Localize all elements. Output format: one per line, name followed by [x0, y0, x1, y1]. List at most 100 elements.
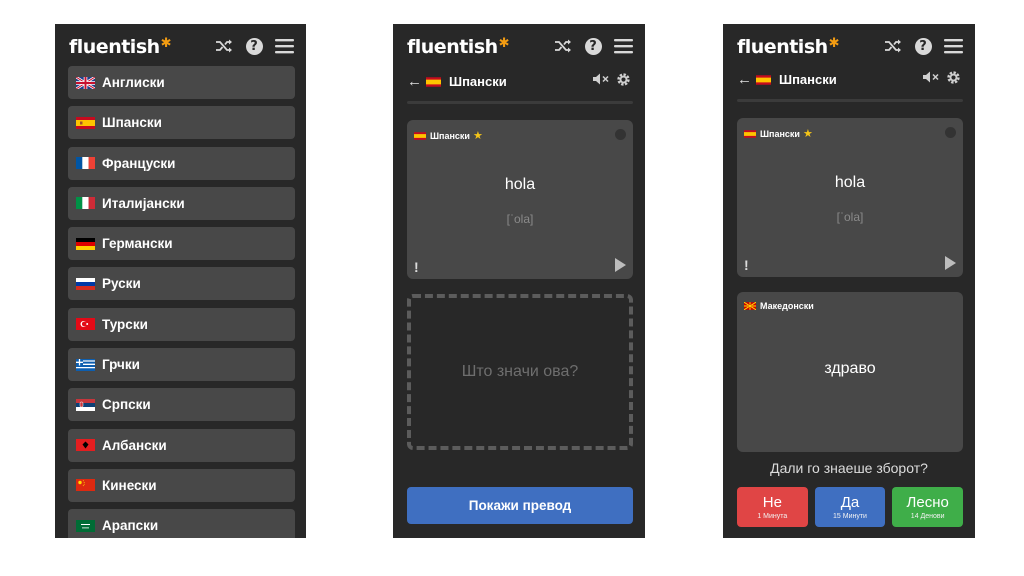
logo-text: fluentish — [407, 36, 498, 58]
report-icon[interactable]: ! — [414, 259, 419, 275]
language-label: Турски — [102, 316, 148, 332]
help-icon[interactable]: ? — [913, 36, 933, 56]
spain-flag-icon — [76, 116, 95, 129]
mute-icon[interactable] — [922, 70, 940, 84]
card-language: Македонски — [760, 301, 814, 311]
menu-icon[interactable] — [274, 36, 294, 56]
top-bar: fluentish✱ ? — [55, 24, 306, 68]
star-icon[interactable]: ★ — [473, 129, 483, 142]
language-item-greek[interactable]: Грчки — [68, 348, 295, 382]
help-icon[interactable]: ? — [244, 36, 264, 56]
shuffle-icon[interactable] — [553, 36, 573, 56]
answer-label: Лесно — [906, 494, 949, 511]
language-item-turkish[interactable]: Турски — [68, 307, 295, 341]
study-back-screen: fluentish✱ ? ← Шпански Шпански ★ hola [ˈ… — [723, 24, 975, 538]
answer-no-button[interactable]: Не 1 Минута — [737, 487, 808, 527]
card-word: hola — [834, 174, 866, 191]
menu-icon[interactable] — [613, 36, 633, 56]
card-word: hola — [504, 176, 536, 193]
deck-title: Шпански — [449, 74, 507, 89]
deck-bar: ← Шпански — [723, 66, 975, 94]
back-arrow-icon[interactable]: ← — [407, 73, 422, 90]
card-language-tag: Шпански ★ — [414, 129, 483, 142]
language-label: Англиски — [102, 75, 165, 90]
menu-icon[interactable] — [943, 36, 963, 56]
card-language: Шпански — [430, 130, 470, 141]
answer-interval: 15 Минути — [833, 513, 867, 520]
help-icon[interactable]: ? — [583, 36, 603, 56]
progress-bar — [737, 99, 963, 102]
answer-label: Не — [762, 494, 782, 511]
study-front-screen: fluentish✱ ? ← Шпански Шпански ★ hola [ˈ… — [393, 24, 645, 538]
star-icon[interactable]: ★ — [803, 127, 813, 140]
language-item-russian[interactable]: Руски — [68, 267, 295, 301]
language-label: Српски — [102, 397, 151, 413]
answer-label: Да — [840, 494, 860, 511]
front-card[interactable]: Шпански ★ hola [ˈola] ! — [737, 118, 963, 277]
language-item-italian[interactable]: Италијански — [68, 186, 295, 220]
status-dot — [945, 127, 956, 138]
settings-gear-icon[interactable] — [946, 70, 961, 85]
germany-flag-icon — [76, 237, 95, 250]
saudi-flag-icon — [76, 519, 95, 532]
language-item-french[interactable]: Француски — [68, 146, 295, 180]
card-pronunciation: [ˈola] — [836, 210, 864, 224]
recall-question: Дали го знаеше зборот? — [770, 460, 928, 476]
top-bar: fluentish✱ ? — [393, 24, 645, 68]
language-list: Англиски Шпански Француски Италијански Г… — [68, 66, 295, 538]
logo-text: fluentish — [69, 36, 160, 58]
language-label: Германски — [102, 236, 173, 252]
deck-title: Шпански — [779, 72, 837, 87]
report-icon[interactable]: ! — [744, 257, 749, 273]
card-translation: здраво — [824, 360, 876, 377]
language-item-english[interactable]: Англиски — [68, 66, 295, 99]
language-item-german[interactable]: Германски — [68, 227, 295, 261]
play-audio-icon[interactable] — [615, 258, 626, 272]
card-language-tag: Македонски — [744, 301, 814, 311]
language-label: Италијански — [102, 195, 185, 211]
language-item-arabic[interactable]: Арапски — [68, 509, 295, 538]
language-label: Кинески — [102, 477, 157, 493]
answer-interval: 14 Денови — [910, 513, 945, 520]
deck-bar: ← Шпански — [393, 68, 645, 96]
mute-icon[interactable] — [592, 72, 610, 86]
back-arrow-icon[interactable]: ← — [737, 71, 752, 88]
settings-gear-icon[interactable] — [616, 72, 631, 87]
uk-flag-icon — [76, 76, 95, 89]
app-logo[interactable]: fluentish✱ — [737, 36, 840, 58]
language-item-spanish[interactable]: Шпански — [68, 106, 295, 140]
language-item-serbian[interactable]: Српски — [68, 388, 295, 422]
front-card[interactable]: Шпански ★ hola [ˈola] ! — [407, 120, 633, 279]
italy-flag-icon — [76, 197, 95, 210]
shuffle-icon[interactable] — [214, 36, 234, 56]
language-label: Руски — [102, 276, 141, 292]
logo-sun-icon: ✱ — [828, 36, 840, 51]
status-dot — [615, 129, 626, 140]
translation-placeholder[interactable]: Што значи ова? — [407, 294, 633, 450]
language-label: Шпански — [102, 115, 162, 131]
language-item-chinese[interactable]: Кинески — [68, 468, 295, 502]
answer-easy-button[interactable]: Лесно 14 Денови — [892, 487, 964, 527]
app-logo[interactable]: fluentish✱ — [69, 36, 172, 58]
language-label: Француски — [102, 155, 176, 171]
play-audio-icon[interactable] — [945, 256, 956, 270]
card-language-tag: Шпански ★ — [744, 127, 813, 140]
logo-sun-icon: ✱ — [498, 36, 510, 51]
language-item-albanian[interactable]: Албански — [68, 428, 295, 462]
serbia-flag-icon — [76, 398, 95, 411]
france-flag-icon — [76, 157, 95, 170]
language-label: Албански — [102, 437, 167, 453]
language-label: Арапски — [102, 518, 159, 534]
logo-text: fluentish — [737, 36, 828, 58]
russia-flag-icon — [76, 277, 95, 290]
app-logo[interactable]: fluentish✱ — [407, 36, 510, 58]
answer-interval: 1 Минута — [757, 513, 788, 520]
language-list-screen: fluentish✱ ? Англиски Шпански Француски … — [55, 24, 306, 538]
greece-flag-icon — [76, 358, 95, 371]
china-flag-icon — [76, 479, 95, 492]
card-pronunciation: [ˈola] — [506, 212, 534, 226]
translation-card[interactable]: Македонски здраво — [737, 292, 963, 452]
answer-yes-button[interactable]: Да 15 Минути — [814, 487, 886, 527]
shuffle-icon[interactable] — [883, 36, 903, 56]
show-translation-button[interactable]: Покажи превод — [407, 487, 633, 524]
